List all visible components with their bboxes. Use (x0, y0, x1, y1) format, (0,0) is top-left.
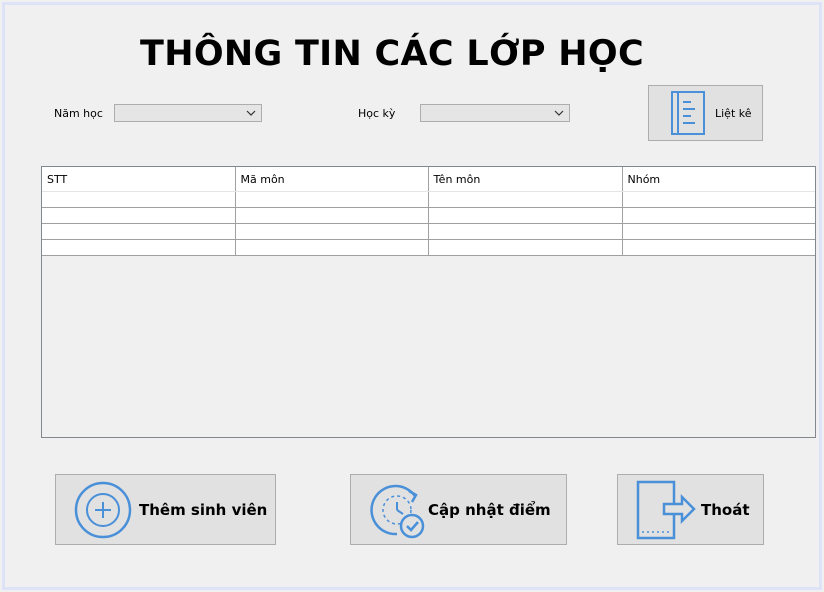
year-label: Năm học (54, 107, 103, 120)
column-header-nhom[interactable]: Nhóm (622, 167, 815, 192)
add-student-button[interactable]: Thêm sinh viên (55, 474, 276, 545)
table-cell[interactable] (428, 207, 623, 224)
list-button-label: Liệt kê (715, 106, 752, 120)
table-row[interactable] (42, 223, 815, 240)
table-cell[interactable] (235, 223, 429, 240)
list-icon (671, 91, 705, 135)
table-row[interactable] (42, 207, 815, 224)
table-cell[interactable] (428, 239, 623, 256)
exit-label: Thoát (701, 500, 750, 519)
table-cell[interactable] (622, 207, 815, 224)
table-cell[interactable] (622, 239, 815, 256)
semester-select[interactable] (420, 104, 570, 122)
page-title: THÔNG TIN CÁC LỚP HỌC (140, 34, 644, 74)
table-cell[interactable] (235, 239, 429, 256)
table-row[interactable] (42, 191, 815, 208)
update-score-button[interactable]: Cập nhật điểm (350, 474, 567, 545)
refresh-check-icon (370, 484, 425, 538)
table-cell[interactable] (622, 223, 815, 240)
table-cell[interactable] (622, 191, 815, 208)
exit-button[interactable]: Thoát (617, 474, 764, 545)
list-button[interactable]: Liệt kê (648, 85, 763, 141)
table-cell[interactable] (42, 239, 236, 256)
update-score-label: Cập nhật điểm (428, 500, 551, 519)
table-cell[interactable] (42, 191, 236, 208)
table-row[interactable] (42, 239, 815, 256)
table-cell[interactable] (235, 191, 429, 208)
add-student-label: Thêm sinh viên (139, 500, 268, 519)
table-cell[interactable] (235, 207, 429, 224)
chevron-down-icon (554, 110, 564, 116)
column-header-ten-mon[interactable]: Tên môn (428, 167, 623, 192)
column-header-ma-mon[interactable]: Mã môn (235, 167, 429, 192)
table-header-row: STT Mã môn Tên môn Nhóm (42, 167, 815, 192)
chevron-down-icon (246, 110, 256, 116)
column-header-stt[interactable]: STT (42, 167, 236, 192)
table-cell[interactable] (428, 191, 623, 208)
exit-icon (636, 480, 696, 539)
semester-label: Học kỳ (358, 107, 396, 120)
table-cell[interactable] (42, 207, 236, 224)
class-table[interactable]: STT Mã môn Tên môn Nhóm (41, 166, 816, 438)
plus-circle-icon (74, 481, 132, 538)
year-select[interactable] (114, 104, 262, 122)
table-cell[interactable] (428, 223, 623, 240)
table-cell[interactable] (42, 223, 236, 240)
